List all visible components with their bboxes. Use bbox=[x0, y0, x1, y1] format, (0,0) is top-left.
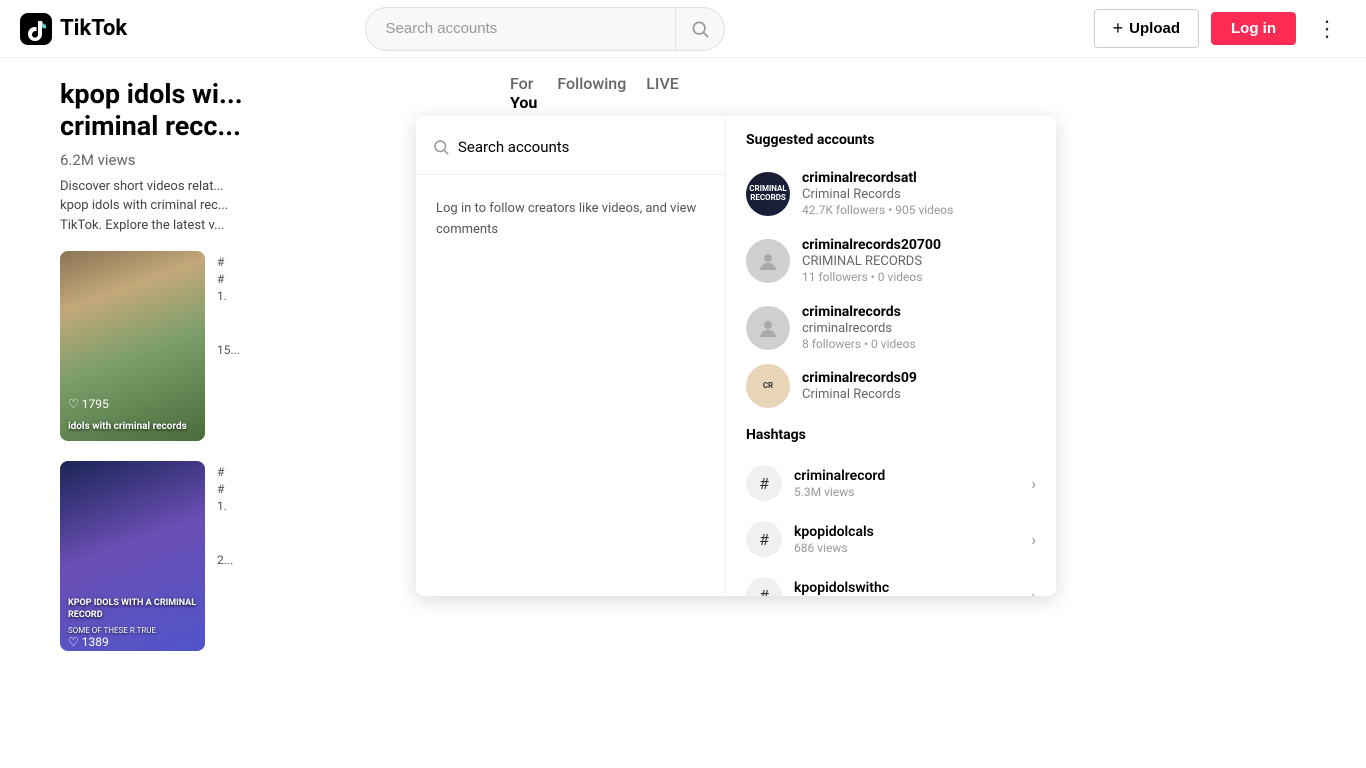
hashtag-views-2: 686 views bbox=[794, 541, 1019, 555]
you-label: You bbox=[510, 93, 537, 112]
hashtag-icon-2: # bbox=[746, 521, 782, 557]
search-input[interactable] bbox=[365, 7, 725, 51]
hashtag-name-2: kpopidolcals bbox=[794, 524, 1019, 540]
suggested-accounts-title: Suggested accounts bbox=[726, 132, 1056, 160]
account-item-criminalrecords09[interactable]: CR criminalrecords09 Criminal Records bbox=[726, 361, 1056, 411]
search-icon bbox=[690, 19, 710, 39]
video-thumb-2[interactable]: KPOP IDOLS WITH A CRIMINAL RECORD SOME O… bbox=[60, 461, 205, 651]
account-info-criminalrecords: criminalrecords criminalrecords 8 follow… bbox=[802, 304, 1036, 351]
search-bar bbox=[365, 7, 725, 51]
logo-area: TikTok bbox=[20, 13, 180, 45]
more-options-button[interactable]: ⋮ bbox=[1308, 12, 1346, 46]
account-info-criminalrecordsatl: criminalrecordsatl Criminal Records 42.7… bbox=[802, 170, 1036, 217]
header: TikTok + Upload Log in ⋮ bbox=[0, 0, 1366, 58]
account-stats-criminalrecordsatl: 42.7K followers • 905 videos bbox=[802, 203, 1036, 217]
account-username-criminalrecords20700: criminalrecords20700 bbox=[802, 237, 1036, 253]
tabs-area: For You Following LIVE bbox=[490, 58, 760, 125]
account-item-criminalrecords[interactable]: criminalrecords criminalrecords 8 follow… bbox=[726, 294, 1056, 361]
upload-label: Upload bbox=[1129, 20, 1180, 37]
hashtag-info-3: kpopidolswithc 607 views bbox=[794, 580, 1019, 597]
account-display-criminalrecords09: Criminal Records bbox=[802, 387, 1036, 402]
suggested-accounts-section: Suggested accounts CRIMINALRECORDS crimi… bbox=[726, 132, 1056, 411]
chevron-icon-1: › bbox=[1031, 474, 1036, 493]
avatar-criminalrecords bbox=[746, 306, 790, 350]
hashtag-icon-1: # bbox=[746, 465, 782, 501]
plus-icon: + bbox=[1113, 18, 1124, 39]
account-display-criminalrecords: criminalrecords bbox=[802, 321, 1036, 336]
hashtag-views-1: 5.3M views bbox=[794, 485, 1019, 499]
hashtags-title: Hashtags bbox=[726, 427, 1056, 455]
account-display-criminalrecords20700: CRIMINAL RECORDS bbox=[802, 254, 1036, 269]
video-likes-2: ♡ 1389 bbox=[68, 635, 109, 649]
likes-count-2: 1389 bbox=[82, 635, 109, 649]
video-bg-1 bbox=[60, 251, 205, 441]
hashtag-icon-3: # bbox=[746, 577, 782, 596]
header-actions: + Upload Log in ⋮ bbox=[1094, 9, 1346, 48]
hashtag-info-2: kpopidolcals 686 views bbox=[794, 524, 1019, 555]
video-label-1: idols with criminal records bbox=[68, 421, 197, 433]
avatar-criminalrecordsatl: CRIMINALRECORDS bbox=[746, 172, 790, 216]
account-item-criminalrecordsatl[interactable]: CRIMINALRECORDS criminalrecordsatl Crimi… bbox=[726, 160, 1056, 227]
video-bg-2 bbox=[60, 461, 205, 651]
search-dropdown: Search accounts Log in to follow creator… bbox=[416, 116, 1056, 596]
following-label: Following bbox=[557, 74, 626, 93]
video-sublabel-2: SOME OF THESE R TRUE bbox=[68, 626, 197, 635]
hashtag-item-kpopidolswithc[interactable]: # kpopidolswithc 607 views › bbox=[726, 567, 1056, 596]
dropdown-right: Suggested accounts CRIMINALRECORDS crimi… bbox=[726, 116, 1056, 596]
hashtag-item-kpopidolcals[interactable]: # kpopidolcals 686 views › bbox=[726, 511, 1056, 567]
account-display-criminalrecordsatl: Criminal Records bbox=[802, 187, 1036, 202]
account-username-criminalrecords09: criminalrecords09 bbox=[802, 370, 1036, 386]
account-stats-criminalrecords20700: 11 followers • 0 videos bbox=[802, 270, 1036, 284]
hashtag-name-1: criminalrecord bbox=[794, 468, 1019, 484]
search-icon-dropdown bbox=[432, 138, 450, 156]
hashtags-section: Hashtags # criminalrecord 5.3M views › #… bbox=[726, 427, 1056, 596]
dropdown-left: Search accounts Log in to follow creator… bbox=[416, 116, 726, 596]
heart-icon-1: ♡ bbox=[68, 397, 79, 411]
divider-1 bbox=[416, 174, 725, 175]
for-label: For bbox=[510, 74, 537, 93]
chevron-icon-3: › bbox=[1031, 586, 1036, 597]
video-label-2: KPOP IDOLS WITH A CRIMINAL RECORD bbox=[68, 598, 197, 621]
video-likes-1: ♡ 1795 bbox=[68, 397, 109, 411]
main-content: For You Following LIVE kpop idols wi...c… bbox=[0, 58, 1366, 768]
logo-text: TikTok bbox=[60, 16, 127, 41]
avatar-criminalrecords20700 bbox=[746, 239, 790, 283]
dropdown-login-prompt: Log in to follow creators like videos, a… bbox=[416, 183, 725, 257]
account-item-criminalrecords20700[interactable]: criminalrecords20700 CRIMINAL RECORDS 11… bbox=[726, 227, 1056, 294]
tiktok-logo-icon bbox=[20, 13, 52, 45]
login-button[interactable]: Log in bbox=[1211, 12, 1296, 45]
account-info-criminalrecords09: criminalrecords09 Criminal Records bbox=[802, 370, 1036, 402]
default-avatar-icon-2 bbox=[756, 316, 780, 340]
avatar-criminalrecords09: CR bbox=[746, 364, 790, 408]
default-avatar-icon bbox=[756, 249, 780, 273]
search-button[interactable] bbox=[675, 7, 725, 51]
login-prompt-text: Log in to follow creators like videos, a… bbox=[436, 199, 705, 241]
account-username-criminalrecordsatl: criminalrecordsatl bbox=[802, 170, 1036, 186]
chevron-icon-2: › bbox=[1031, 530, 1036, 549]
upload-button[interactable]: + Upload bbox=[1094, 9, 1199, 48]
account-stats-criminalrecords: 8 followers • 0 videos bbox=[802, 337, 1036, 351]
video-thumb-1[interactable]: idols with criminal records ♡ 1795 bbox=[60, 251, 205, 441]
heart-icon-2: ♡ bbox=[68, 635, 79, 649]
likes-count-1: 1795 bbox=[82, 397, 109, 411]
live-label: LIVE bbox=[646, 74, 679, 93]
hashtag-item-criminalrecord[interactable]: # criminalrecord 5.3M views › bbox=[726, 455, 1056, 511]
account-info-criminalrecords20700: criminalrecords20700 CRIMINAL RECORDS 11… bbox=[802, 237, 1036, 284]
hashtag-name-3: kpopidolswithc bbox=[794, 580, 1019, 596]
search-term-display: Search accounts bbox=[458, 138, 569, 156]
dropdown-search-row: Search accounts bbox=[416, 128, 725, 166]
hashtag-info-1: criminalrecord 5.3M views bbox=[794, 468, 1019, 499]
account-username-criminalrecords: criminalrecords bbox=[802, 304, 1036, 320]
